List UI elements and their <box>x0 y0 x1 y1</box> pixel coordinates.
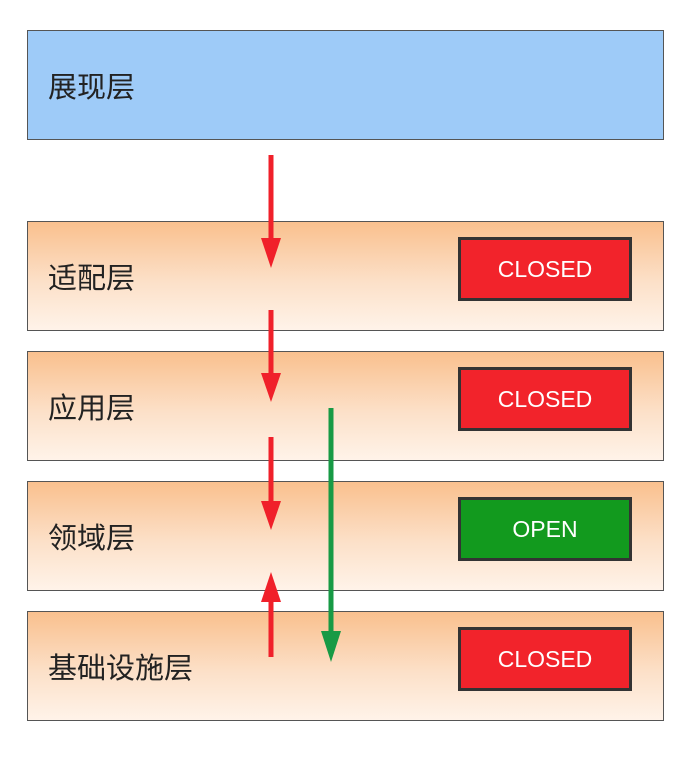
flow-arrows <box>261 155 341 662</box>
arrow-application-to-domain <box>261 437 281 530</box>
arrow-infrastructure-to-domain <box>261 572 281 657</box>
arrow-adapter-to-application <box>261 310 281 402</box>
arrow-presentation-to-adapter <box>261 155 281 268</box>
arrow-application-to-infrastructure <box>321 408 341 662</box>
